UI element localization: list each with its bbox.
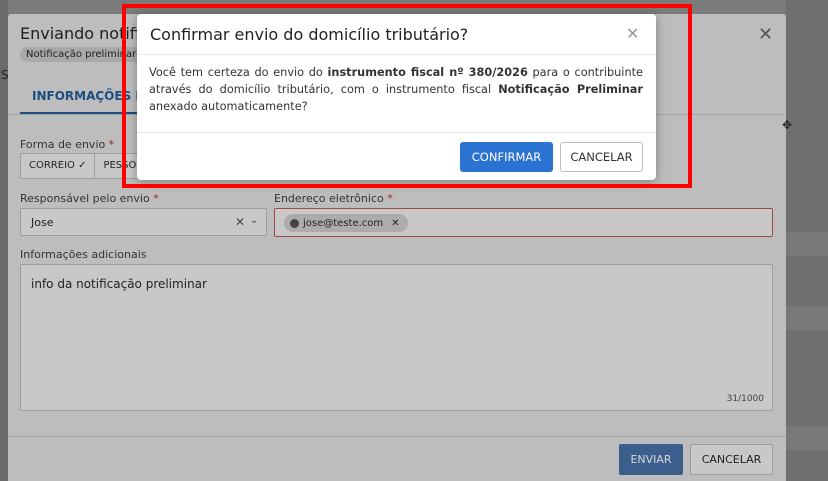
send-button[interactable]: ENVIAR (619, 444, 683, 475)
confirm-title: Confirmar envio do domicílio tributário? (150, 25, 469, 44)
modal-title: Enviando notific (20, 24, 149, 43)
background-row (786, 232, 828, 256)
user-icon (290, 218, 299, 228)
info-textarea[interactable]: info da notificação preliminar 31/1000 (20, 264, 773, 411)
forma-envio-label: Forma de envio * (20, 138, 115, 151)
char-counter: 31/1000 (726, 394, 764, 404)
chip-remove-icon[interactable]: ✕ (391, 218, 399, 229)
move-icon[interactable]: ✥ (782, 118, 792, 132)
confirm-button[interactable]: CONFIRMAR (460, 142, 553, 172)
modal-close-icon[interactable]: ✕ (758, 24, 773, 45)
responsavel-label: Responsável pelo envio * (20, 192, 159, 205)
responsavel-value: Jose (31, 216, 54, 229)
email-label: Endereço eletrônico * (274, 192, 393, 205)
forma-envio-segmented: CORREIO ✓ PESSO (20, 153, 146, 179)
responsavel-select[interactable]: Jose ✕ ⌄ (20, 208, 267, 236)
email-chip: jose@teste.com ✕ (284, 214, 408, 232)
background-row (786, 426, 828, 450)
info-label: Informações adicionais (20, 248, 147, 261)
confirm-message: Você tem certeza do envio do instrumento… (149, 66, 643, 113)
close-icon[interactable]: ✕ (626, 24, 639, 43)
cancel-button[interactable]: CANCELAR (690, 444, 773, 475)
confirm-dialog: Confirmar envio do domicílio tributário?… (137, 14, 656, 180)
email-input[interactable]: jose@teste.com ✕ (274, 208, 773, 237)
option-correio[interactable]: CORREIO ✓ (21, 154, 96, 178)
notification-type-badge: Notificação preliminar (20, 47, 143, 62)
clear-icon[interactable]: ✕ (235, 215, 245, 229)
info-text: info da notificação preliminar (31, 277, 207, 291)
confirm-cancel-button[interactable]: CANCELAR (560, 142, 643, 172)
email-chip-text: jose@teste.com (303, 217, 384, 229)
chevron-down-icon[interactable]: ⌄ (250, 215, 258, 226)
background-right-edge (786, 0, 828, 481)
footer-divider (137, 132, 656, 133)
background-row (786, 306, 828, 330)
footer-divider (8, 436, 786, 437)
header-divider (137, 54, 656, 55)
